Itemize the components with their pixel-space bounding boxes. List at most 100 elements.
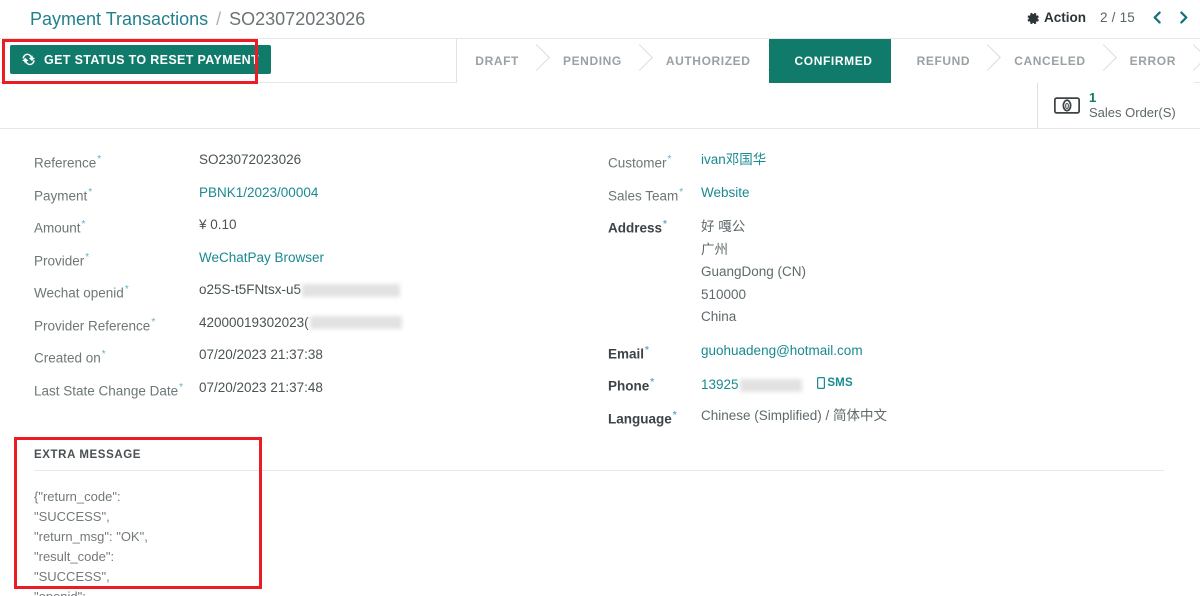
- gear-icon: [1027, 12, 1040, 25]
- provider-value[interactable]: WeChatPay Browser: [199, 249, 324, 267]
- money-icon: 0: [1054, 97, 1080, 114]
- status-stage-confirmed[interactable]: CONFIRMED: [768, 39, 891, 83]
- customer-label: Customer*: [608, 154, 672, 171]
- required-marker: *: [645, 344, 649, 356]
- status-stage-draft[interactable]: DRAFT: [457, 39, 537, 83]
- payment-value[interactable]: PBNK1/2023/00004: [199, 184, 318, 202]
- required-marker: *: [179, 381, 184, 393]
- phone-number: 13925: [701, 377, 739, 392]
- sales-order-label: Sales Order(S): [1089, 104, 1176, 120]
- control-bar: GET STATUS TO RESET PAYMENT DRAFT PENDING…: [0, 38, 1200, 83]
- breadcrumb: Payment Transactions / SO23072023026: [30, 7, 365, 31]
- field-created-on: Created on* 07/20/2023 21:37:38: [34, 346, 454, 368]
- top-bar: Payment Transactions / SO23072023026 Act…: [0, 0, 1200, 38]
- field-email: Email* guohuadeng@hotmail.com: [608, 342, 1078, 364]
- extra-message-title: EXTRA MESSAGE: [34, 449, 142, 461]
- extra-message-divider: [34, 470, 1164, 471]
- required-marker: *: [151, 316, 156, 328]
- address-line: 广州: [701, 241, 728, 257]
- language-label: Language*: [608, 409, 677, 427]
- field-wechat-openid: Wechat openid* o25S-t5FNtsx-u5: [34, 281, 454, 303]
- breadcrumb-current: SO23072023026: [229, 9, 366, 29]
- status-stage-authorized[interactable]: AUTHORIZED: [639, 39, 769, 83]
- provider-label: Provider*: [34, 251, 90, 269]
- payment-transaction-form-page: Payment Transactions / SO23072023026 Act…: [0, 0, 1200, 596]
- sales-team-value[interactable]: Website: [701, 184, 750, 202]
- redaction-block: [302, 283, 401, 297]
- required-marker: *: [679, 186, 684, 198]
- required-marker: *: [85, 251, 90, 263]
- required-marker: *: [650, 377, 655, 388]
- action-menu-button[interactable]: Action: [1027, 10, 1086, 25]
- extra-message-section: EXTRA MESSAGE {"return_code": "SUCCESS",…: [34, 449, 1164, 596]
- field-provider-reference: Provider Reference* 42000019302023(: [34, 314, 454, 336]
- status-stage-refund[interactable]: REFUND: [890, 39, 989, 83]
- wechat-openid-label: Wechat openid*: [34, 284, 129, 301]
- customer-value[interactable]: ivan邓国华: [701, 151, 766, 169]
- refresh-icon: [22, 53, 36, 67]
- sales-orders-smart-button[interactable]: 0 1 Sales Order(S): [1037, 83, 1192, 128]
- form-column-left: Reference* SO23072023026 Payment* PBNK1/202…: [34, 151, 454, 411]
- required-marker: *: [667, 154, 672, 165]
- last-state-change-date-label: Last State Change Date*: [34, 381, 184, 399]
- field-amount: Amount* ¥ 0.10: [34, 216, 454, 238]
- payment-label: Payment*: [34, 186, 93, 204]
- field-address: Address* 好 嘎公 广州 GuangDong (CN) 510000 China: [608, 216, 1078, 329]
- phone-value[interactable]: 13925 SMS: [701, 374, 853, 394]
- created-on-value: 07/20/2023 21:37:38: [199, 347, 323, 362]
- chevron-right-icon[interactable]: [1175, 9, 1192, 26]
- address-line: China: [701, 309, 737, 324]
- required-marker: *: [663, 219, 667, 230]
- email-value[interactable]: guohuadeng@hotmail.com: [701, 342, 863, 360]
- sales-order-count: 1: [1089, 90, 1097, 106]
- get-status-to-reset-payment-button[interactable]: GET STATUS TO RESET PAYMENT: [10, 45, 272, 74]
- smart-button-row: 0 1 Sales Order(S): [0, 83, 1200, 129]
- breadcrumb-separator: /: [216, 9, 222, 29]
- send-sms-button[interactable]: SMS: [817, 374, 853, 392]
- mobile-phone-icon: [817, 377, 826, 390]
- amount-value: ¥ 0.10: [199, 217, 237, 232]
- record-pager: 2 / 15: [1100, 10, 1135, 25]
- breadcrumb-root-link[interactable]: Payment Transactions: [30, 9, 208, 29]
- field-provider: Provider* WeChatPay Browser: [34, 249, 454, 271]
- email-label: Email*: [608, 344, 649, 362]
- action-menu-label: Action: [1044, 10, 1087, 25]
- required-marker: *: [81, 219, 86, 230]
- field-customer: Customer* ivan邓国华: [608, 151, 1078, 173]
- chevron-left-icon[interactable]: [1149, 9, 1166, 26]
- status-bar: DRAFT PENDING AUTHORIZED CONFIRMED REFUND CAN…: [456, 39, 1194, 83]
- amount-label: Amount*: [34, 219, 86, 236]
- address-line: 510000: [701, 286, 747, 302]
- field-language: Language* Chinese (Simplified) / 简体中文: [608, 407, 1078, 429]
- required-marker: *: [97, 154, 102, 165]
- language-value: Chinese (Simplified) / 简体中文: [701, 407, 888, 423]
- wechat-openid-value: o25S-t5FNtsx-u5: [199, 281, 401, 299]
- status-stage-pending[interactable]: PENDING: [536, 39, 640, 83]
- address-line: 好 嘎公: [701, 219, 746, 234]
- field-phone: Phone* 13925 SMS: [608, 374, 1078, 396]
- pager-arrows: [1149, 9, 1192, 26]
- field-payment: Payment* PBNK1/2023/00004: [34, 184, 454, 206]
- phone-label: Phone*: [608, 377, 655, 394]
- last-state-change-date-value: 07/20/2023 21:37:48: [199, 379, 323, 395]
- form-sheet: Reference* SO23072023026 Payment* PBNK1/202…: [0, 129, 1200, 596]
- provider-reference-value: 42000019302023(: [199, 314, 402, 332]
- redaction-block: [309, 316, 402, 330]
- reference-value: SO23072023026: [199, 152, 302, 167]
- top-right-controls: Action 2 / 15: [1027, 9, 1192, 26]
- extra-message-body[interactable]: {"return_code": "SUCCESS", "return_msg":…: [34, 487, 249, 596]
- sales-team-label: Sales Team*: [608, 186, 684, 204]
- address-line: GuangDong (CN): [701, 264, 807, 279]
- address-value: 好 嘎公广州 GuangDong (CN) 510000 China: [701, 216, 806, 329]
- status-stage-canceled[interactable]: CANCELED: [988, 39, 1104, 83]
- status-stage-error[interactable]: ERROR: [1103, 39, 1194, 83]
- svg-text:0: 0: [1065, 102, 1070, 111]
- required-marker: *: [672, 409, 677, 421]
- sms-label: SMS: [827, 377, 853, 389]
- phone-redaction: [739, 378, 802, 392]
- field-reference: Reference* SO23072023026: [34, 151, 454, 173]
- created-on-label: Created on*: [34, 349, 106, 366]
- required-marker: *: [101, 349, 106, 360]
- required-marker: *: [88, 186, 93, 198]
- form-column-right: Customer* ivan邓国华 Sales Team* Website Ad…: [608, 151, 1078, 439]
